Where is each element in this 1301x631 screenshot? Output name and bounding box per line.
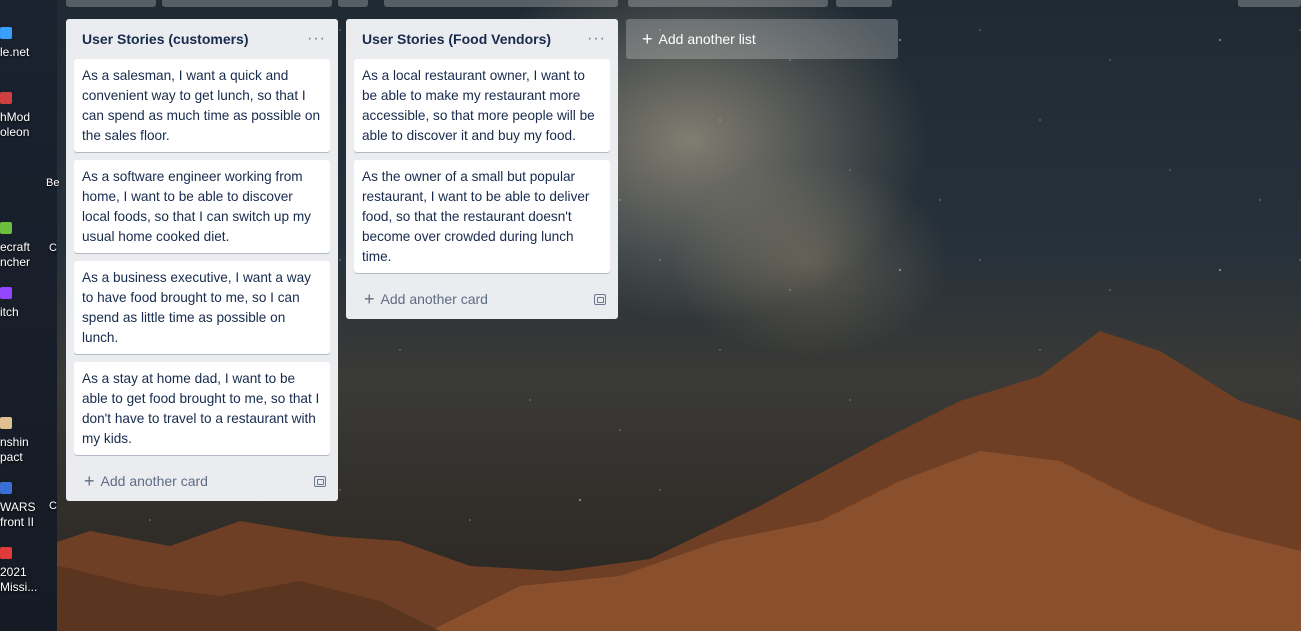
add-list-button[interactable]: + Add another list [626,19,898,59]
topbar-fragment [338,0,368,7]
desktop-label-fragment: Be [46,177,60,189]
desktop-icon-label: nshin pact [0,435,29,464]
desktop-icons: le.net hMod oleon ecraft ncher itch nshi… [0,0,60,631]
list-title[interactable]: User Stories (Food Vendors) [362,31,551,47]
app-icon [0,547,12,559]
list-menu-icon[interactable]: ··· [307,31,326,47]
add-card-label: Add another card [100,473,208,489]
desktop-label-fragment: C [49,500,57,512]
desktop-icon-label: 2021 Missi... [0,565,38,594]
app-icon [0,482,12,494]
app-icon [0,92,12,104]
card[interactable]: As a stay at home dad, I want to be able… [74,362,330,455]
topbar-fragment [1238,0,1301,7]
desktop-icon-label: le.net [0,45,30,59]
plus-icon: + [84,471,95,491]
list-footer: + Add another card [66,461,338,501]
list-user-stories-food-vendors: User Stories (Food Vendors) ··· As a loc… [346,19,618,319]
add-card-button[interactable]: + Add another card [84,471,208,491]
plus-icon: + [364,289,375,309]
topbar-fragment [836,0,892,7]
card-template-icon[interactable] [314,475,326,487]
add-card-label: Add another card [380,291,488,307]
card[interactable]: As a software engineer working from home… [74,160,330,253]
card[interactable]: As a local restaurant owner, I want to b… [354,59,610,152]
desktop-icon-label: itch [0,305,19,319]
desktop-icon-label: hMod oleon [0,110,31,139]
desktop-icon-label: ecraft ncher [0,240,31,269]
list-header[interactable]: User Stories (customers) ··· [66,19,338,59]
app-icon [0,222,12,234]
app-icon [0,417,12,429]
app-icon [0,287,12,299]
card[interactable]: As a business executive, I want a way to… [74,261,330,354]
add-card-button[interactable]: + Add another card [364,289,488,309]
list-footer: + Add another card [346,279,618,319]
list-header[interactable]: User Stories (Food Vendors) ··· [346,19,618,59]
add-list-label: Add another list [658,31,756,47]
desktop-label-fragment: C [49,242,57,254]
card[interactable]: As a salesman, I want a quick and conven… [74,59,330,152]
topbar-fragment [66,0,156,7]
card-template-icon[interactable] [594,293,606,305]
card-list: As a local restaurant owner, I want to b… [346,59,618,273]
topbar-fragment [628,0,828,7]
card[interactable]: As the owner of a small but popular rest… [354,160,610,273]
plus-icon: + [642,29,653,49]
card-list: As a salesman, I want a quick and conven… [66,59,338,455]
app-icon [0,27,12,39]
list-title[interactable]: User Stories (customers) [82,31,249,47]
desktop-icon-label: WARS front II [0,500,36,529]
topbar-fragment [384,0,618,7]
list-user-stories-customers: User Stories (customers) ··· As a salesm… [66,19,338,501]
topbar-fragment [162,0,332,7]
list-menu-icon[interactable]: ··· [587,31,606,47]
